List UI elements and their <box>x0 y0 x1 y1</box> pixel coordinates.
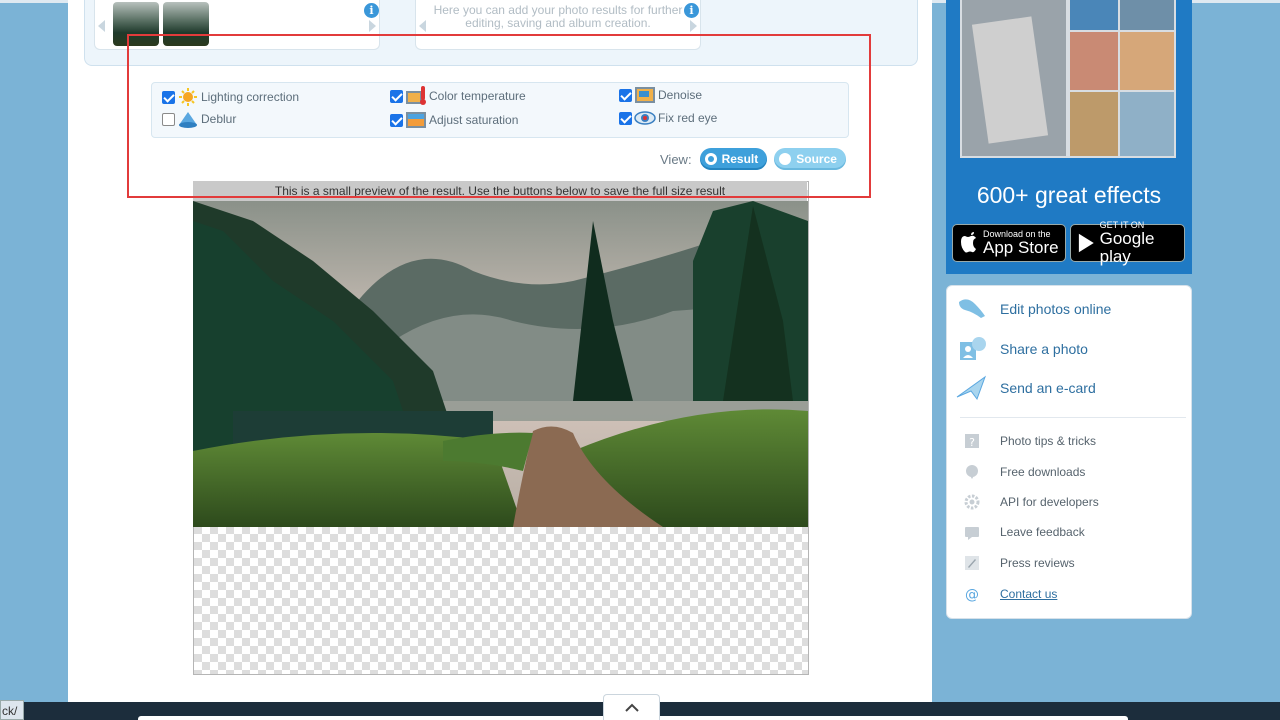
result-thumbnail-2[interactable] <box>163 2 209 46</box>
denoise-icon <box>635 87 655 103</box>
preview-note: This is a small preview of the result. U… <box>193 181 807 201</box>
result-photo <box>193 201 808 527</box>
sidebar-link-share-photo[interactable]: Share a photo <box>1000 341 1088 357</box>
status-url-tip: ck/ <box>0 700 24 720</box>
sidebar-link-contact-us[interactable]: Contact us <box>1000 587 1057 601</box>
sidebar-link-free-downloads[interactable]: Free downloads <box>1000 465 1085 479</box>
app-store-button[interactable]: Download on the App Store <box>952 224 1066 262</box>
adjust-saturation-checkbox[interactable] <box>390 113 403 127</box>
color-temperature-checkbox[interactable] <box>390 89 403 103</box>
option-label: Lighting correction <box>201 90 300 104</box>
option-color-temperature[interactable]: Color temperature <box>390 86 526 106</box>
svg-text:@: @ <box>965 587 979 602</box>
googleplay-big-text: Google play <box>1099 229 1155 266</box>
question-icon: ? <box>965 434 979 449</box>
scroll-right-icon[interactable] <box>369 20 376 32</box>
sidebar-link-press-reviews[interactable]: Press reviews <box>1000 556 1075 570</box>
deblur-checkbox[interactable] <box>162 112 175 126</box>
option-label: Deblur <box>201 112 237 126</box>
brush-icon <box>959 299 985 318</box>
ad-photo-collage <box>960 0 1176 158</box>
sidebar-link-leave-feedback[interactable]: Leave feedback <box>1000 525 1085 539</box>
svg-text:?: ? <box>969 436 975 449</box>
google-play-button[interactable]: GET IT ON Google play <box>1070 220 1185 266</box>
view-label: View: <box>660 151 692 167</box>
scroll-up-button[interactable] <box>603 694 660 720</box>
at-icon: @ <box>965 587 979 602</box>
appstore-big-text: App Store <box>983 238 1059 257</box>
sidebar-link-send-ecard[interactable]: Send an e-card <box>1000 380 1096 396</box>
view-toggle: View: Result Source <box>660 148 853 170</box>
album-info-icon[interactable]: i <box>684 3 699 18</box>
album-scroll-right-icon[interactable] <box>690 20 697 32</box>
option-fix-red-eye[interactable]: Fix red eye <box>619 108 717 128</box>
option-lighting-correction[interactable]: Lighting correction <box>162 87 299 107</box>
chevron-up-icon <box>624 703 639 712</box>
scroll-left-icon[interactable] <box>98 20 105 32</box>
option-adjust-saturation[interactable]: Adjust saturation <box>390 110 518 130</box>
option-label: Adjust saturation <box>429 113 519 127</box>
sidebar-link-photo-tips[interactable]: Photo tips & tricks <box>1000 434 1096 448</box>
source-radio[interactable] <box>779 153 792 165</box>
apple-icon <box>961 232 976 253</box>
denoise-checkbox[interactable] <box>619 88 632 102</box>
option-label: Fix red eye <box>658 111 718 125</box>
deblur-icon <box>179 112 197 128</box>
ad-headline: 600+ great effects <box>976 182 1162 208</box>
info-icon[interactable]: i <box>364 3 379 18</box>
thermometer-icon <box>406 86 426 105</box>
source-label: Source <box>796 152 837 166</box>
option-denoise[interactable]: Denoise <box>619 85 702 105</box>
view-result-button[interactable]: Result <box>699 148 768 170</box>
ecard-icon <box>956 375 987 401</box>
option-label: Denoise <box>658 88 703 102</box>
view-source-button[interactable]: Source <box>774 148 846 170</box>
result-radio[interactable] <box>704 153 717 165</box>
sidebar-divider <box>960 417 1186 418</box>
fix-red-eye-checkbox[interactable] <box>619 111 632 125</box>
sidebar-link-edit-photos[interactable]: Edit photos online <box>1000 301 1111 317</box>
album-hint-text: Here you can add your photo results for … <box>433 3 683 30</box>
download-icon <box>966 465 978 479</box>
result-label: Result <box>721 152 759 166</box>
share-photo-icon <box>960 337 986 360</box>
sun-icon <box>179 88 197 106</box>
gear-icon <box>964 494 980 510</box>
sidebar-link-api[interactable]: API for developers <box>1000 495 1099 509</box>
saturation-icon <box>406 112 426 128</box>
lighting-correction-checkbox[interactable] <box>162 90 175 104</box>
pencil-icon <box>965 556 979 570</box>
eye-icon <box>634 111 656 125</box>
google-play-icon <box>1078 233 1094 253</box>
comment-icon <box>965 527 979 540</box>
option-deblur[interactable]: Deblur <box>162 109 236 129</box>
result-thumbnail-1[interactable] <box>113 2 159 46</box>
option-label: Color temperature <box>429 89 526 103</box>
